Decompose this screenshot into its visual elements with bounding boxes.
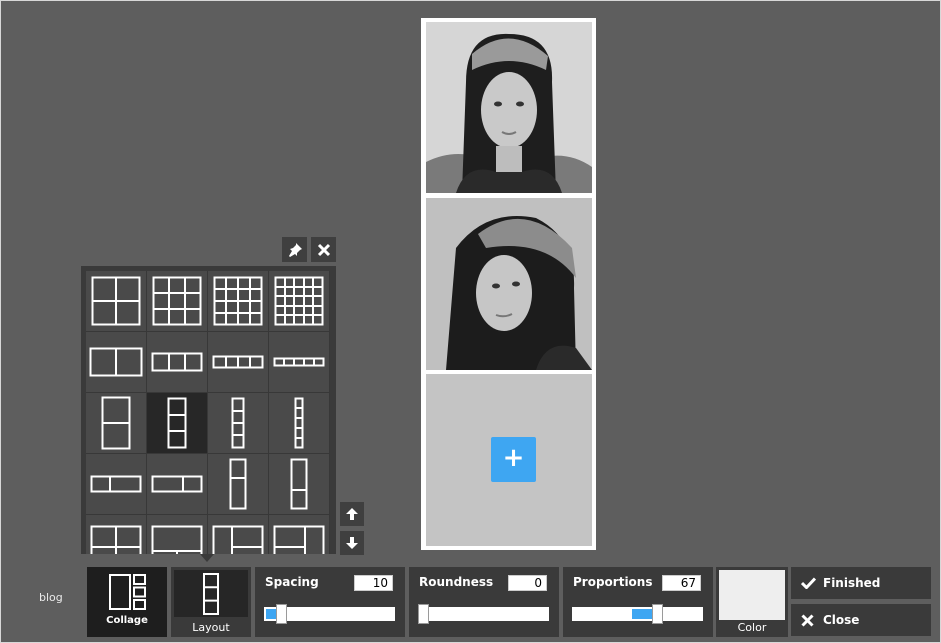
layout-2-vertical-tall[interactable] (208, 454, 269, 515)
photo-cell-1[interactable] (426, 22, 592, 193)
popup-pointer (200, 554, 214, 562)
spacing-value-input[interactable]: 10 (354, 575, 393, 591)
photo-cell-2[interactable] (426, 198, 592, 370)
layout-preview (174, 570, 248, 617)
finished-button[interactable]: Finished (791, 567, 931, 599)
layout-tool-button[interactable]: Layout (171, 567, 251, 637)
add-photo-button[interactable]: + (491, 437, 536, 482)
layout-2x2-grid[interactable] (86, 271, 147, 332)
roundness-label: Roundness (419, 575, 494, 589)
roundness-slider-handle[interactable] (418, 604, 429, 624)
scroll-up-arrow-icon[interactable] (340, 502, 364, 526)
layout-3x3-grid[interactable] (147, 271, 208, 332)
layout-2-vertical[interactable] (86, 393, 147, 454)
blog-link[interactable]: blog (39, 591, 63, 604)
color-swatch[interactable] (719, 570, 785, 620)
pin-icon[interactable] (282, 237, 307, 262)
collage-label: Collage (106, 615, 148, 626)
proportions-label: Proportions (573, 575, 653, 589)
layout-5x5-grid[interactable] (269, 271, 330, 332)
layout-5-horizontal[interactable] (269, 332, 330, 393)
layout-4-horizontal[interactable] (208, 332, 269, 393)
collage-canvas: + (421, 18, 596, 550)
roundness-value-input[interactable]: 0 (508, 575, 547, 591)
proportions-slider-handle[interactable] (652, 604, 663, 624)
photo-girl-portrait-1 (426, 22, 592, 193)
close-label: Close (823, 613, 860, 627)
proportions-value-input[interactable]: 67 (662, 575, 701, 591)
layout-mixed-b[interactable] (147, 515, 208, 554)
layout-4-vertical[interactable] (208, 393, 269, 454)
layout-2-horizontal-wide-alt[interactable] (147, 454, 208, 515)
color-tool-button[interactable]: Color (716, 567, 788, 637)
layout-grid (86, 271, 331, 554)
proportions-slider[interactable] (572, 604, 703, 624)
roundness-slider[interactable] (418, 604, 549, 624)
layout-3-vertical[interactable] (147, 393, 208, 454)
empty-photo-cell[interactable]: + (426, 374, 592, 546)
layout-5-vertical[interactable] (269, 393, 330, 454)
spacing-control: Spacing 10 (255, 567, 405, 637)
spacing-label: Spacing (265, 575, 319, 589)
close-icon[interactable] (311, 237, 336, 262)
roundness-control: Roundness 0 (409, 567, 559, 637)
collage-icon (109, 574, 146, 610)
layout-3-horizontal[interactable] (147, 332, 208, 393)
layout-picker-panel (81, 266, 336, 554)
collage-tool-button[interactable]: Collage (87, 567, 167, 637)
layout-2-horizontal-wide[interactable] (86, 454, 147, 515)
layout-2-horizontal[interactable] (86, 332, 147, 393)
layout-label: Layout (192, 621, 230, 634)
checkmark-icon (801, 577, 819, 589)
close-x-icon (801, 613, 819, 627)
layout-mixed-a[interactable] (86, 515, 147, 554)
proportions-control: Proportions 67 (563, 567, 713, 637)
spacing-slider[interactable] (264, 604, 395, 624)
layout-2-vertical-tall-alt[interactable] (269, 454, 330, 515)
layout-3-vertical-icon (203, 572, 219, 615)
layout-4x4-grid[interactable] (208, 271, 269, 332)
close-button[interactable]: Close (791, 604, 931, 636)
layout-mixed-c[interactable] (208, 515, 269, 554)
scroll-down-arrow-icon[interactable] (340, 531, 364, 555)
spacing-slider-handle[interactable] (276, 604, 287, 624)
photo-girl-portrait-2 (426, 198, 592, 370)
layout-mixed-d[interactable] (269, 515, 330, 554)
color-label: Color (737, 621, 767, 634)
finished-label: Finished (823, 576, 881, 590)
